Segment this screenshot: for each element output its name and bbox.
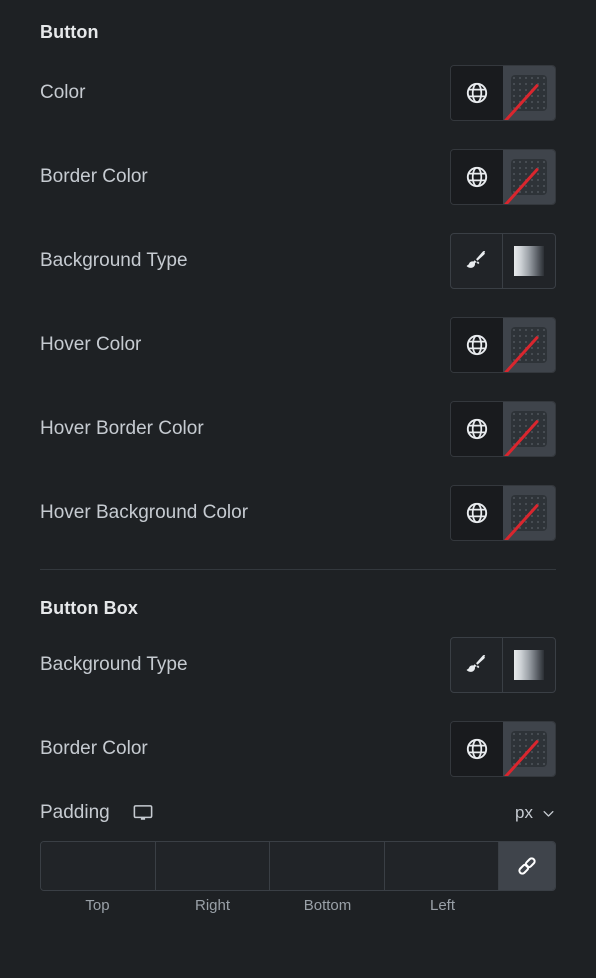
background-type-gradient-button[interactable]: [503, 638, 555, 692]
row-background-type: Background Type: [40, 233, 556, 289]
row-box-border-color: Border Color: [40, 721, 556, 777]
no-color-slash-icon: [501, 167, 540, 204]
globe-icon: [466, 82, 488, 104]
row-box-background-type: Background Type: [40, 637, 556, 693]
row-hover-color: Hover Color: [40, 317, 556, 373]
row-label-hover-color: Hover Color: [40, 334, 142, 355]
style-settings-panel: Button Color Border Color Background Typ…: [0, 0, 596, 978]
color-swatch-button[interactable]: [501, 402, 555, 456]
unit-select[interactable]: px: [515, 803, 556, 823]
no-color-slash-icon: [501, 83, 540, 120]
color-swatch-button[interactable]: [501, 318, 555, 372]
unit-value: px: [515, 803, 533, 822]
background-type-gradient-button[interactable]: [503, 234, 555, 288]
desktop-monitor-icon-glyph: [133, 805, 153, 820]
padding-label-top: Top: [85, 897, 110, 914]
gradient-swatch-icon: [514, 246, 544, 276]
global-color-button[interactable]: [451, 722, 503, 776]
no-color-slash-icon: [501, 503, 540, 540]
no-color-swatch: [501, 731, 547, 776]
row-label-background-type: Background Type: [40, 250, 188, 271]
row-label-box-border-color: Border Color: [40, 738, 148, 759]
box-background-type-toggle[interactable]: [450, 637, 556, 693]
global-color-button[interactable]: [451, 66, 503, 120]
background-type-classic-button[interactable]: [451, 234, 504, 288]
globe-icon: [466, 418, 488, 440]
section-title-button-box: Button Box: [40, 598, 138, 618]
color-swatch-button[interactable]: [501, 66, 555, 120]
no-color-swatch: [501, 75, 547, 120]
row-hover-background-color: Hover Background Color: [40, 485, 556, 541]
global-color-button[interactable]: [451, 486, 503, 540]
no-color-slash-icon: [501, 419, 540, 456]
globe-icon: [466, 334, 488, 356]
row-border-color: Border Color: [40, 149, 556, 205]
row-label-color: Color: [40, 82, 86, 103]
padding-label-bottom: Bottom: [303, 897, 352, 914]
row-label-hover-background-color: Hover Background Color: [40, 502, 249, 523]
color-picker-box-border-color[interactable]: [450, 721, 556, 777]
row-hover-border-color: Hover Border Color: [40, 401, 556, 457]
padding-label-right: Right: [194, 897, 231, 914]
padding-bottom-input[interactable]: [270, 842, 385, 890]
background-type-classic-button[interactable]: [451, 638, 504, 692]
section-title-button: Button: [40, 22, 99, 42]
row-label-hover-border-color: Hover Border Color: [40, 418, 204, 439]
padding-label: Padding: [40, 802, 110, 823]
color-swatch-button[interactable]: [501, 722, 555, 776]
section-divider: [40, 569, 556, 570]
color-swatch-button[interactable]: [501, 150, 555, 204]
row-color: Color: [40, 65, 556, 121]
color-picker-hover-color[interactable]: [450, 317, 556, 373]
globe-icon: [466, 738, 488, 760]
global-color-button[interactable]: [451, 318, 503, 372]
no-color-slash-icon: [501, 335, 540, 372]
gradient-swatch-icon: [514, 650, 544, 680]
link-chain-icon: [518, 857, 536, 875]
paint-brush-icon: [466, 250, 485, 268]
padding-label-spacer: [500, 897, 556, 914]
color-swatch-button[interactable]: [501, 486, 555, 540]
padding-left-input[interactable]: [384, 842, 499, 890]
desktop-monitor-icon[interactable]: [132, 802, 154, 824]
link-values-toggle[interactable]: [499, 842, 555, 890]
padding-right-input[interactable]: [155, 842, 270, 890]
no-color-swatch: [501, 411, 547, 456]
no-color-swatch: [501, 495, 547, 540]
global-color-button[interactable]: [451, 150, 503, 204]
padding-inputs-group: [40, 841, 556, 891]
padding-top-input[interactable]: [41, 842, 156, 890]
no-color-swatch: [501, 327, 547, 372]
globe-icon: [466, 166, 488, 188]
background-type-toggle[interactable]: [450, 233, 556, 289]
no-color-slash-icon: [501, 739, 540, 776]
padding-header: Padding px: [40, 793, 556, 833]
row-label-border-color: Border Color: [40, 166, 148, 187]
color-picker-border-color[interactable]: [450, 149, 556, 205]
globe-icon: [466, 502, 488, 524]
padding-field-labels: Top Right Bottom Left: [40, 897, 556, 914]
padding-label-left: Left: [429, 897, 456, 914]
color-picker-hover-border-color[interactable]: [450, 401, 556, 457]
no-color-swatch: [501, 159, 547, 204]
color-picker-hover-background-color[interactable]: [450, 485, 556, 541]
paint-brush-icon: [466, 654, 485, 672]
row-label-box-background-type: Background Type: [40, 654, 188, 675]
color-picker-color[interactable]: [450, 65, 556, 121]
chevron-down-icon: [543, 810, 554, 817]
global-color-button[interactable]: [451, 402, 503, 456]
